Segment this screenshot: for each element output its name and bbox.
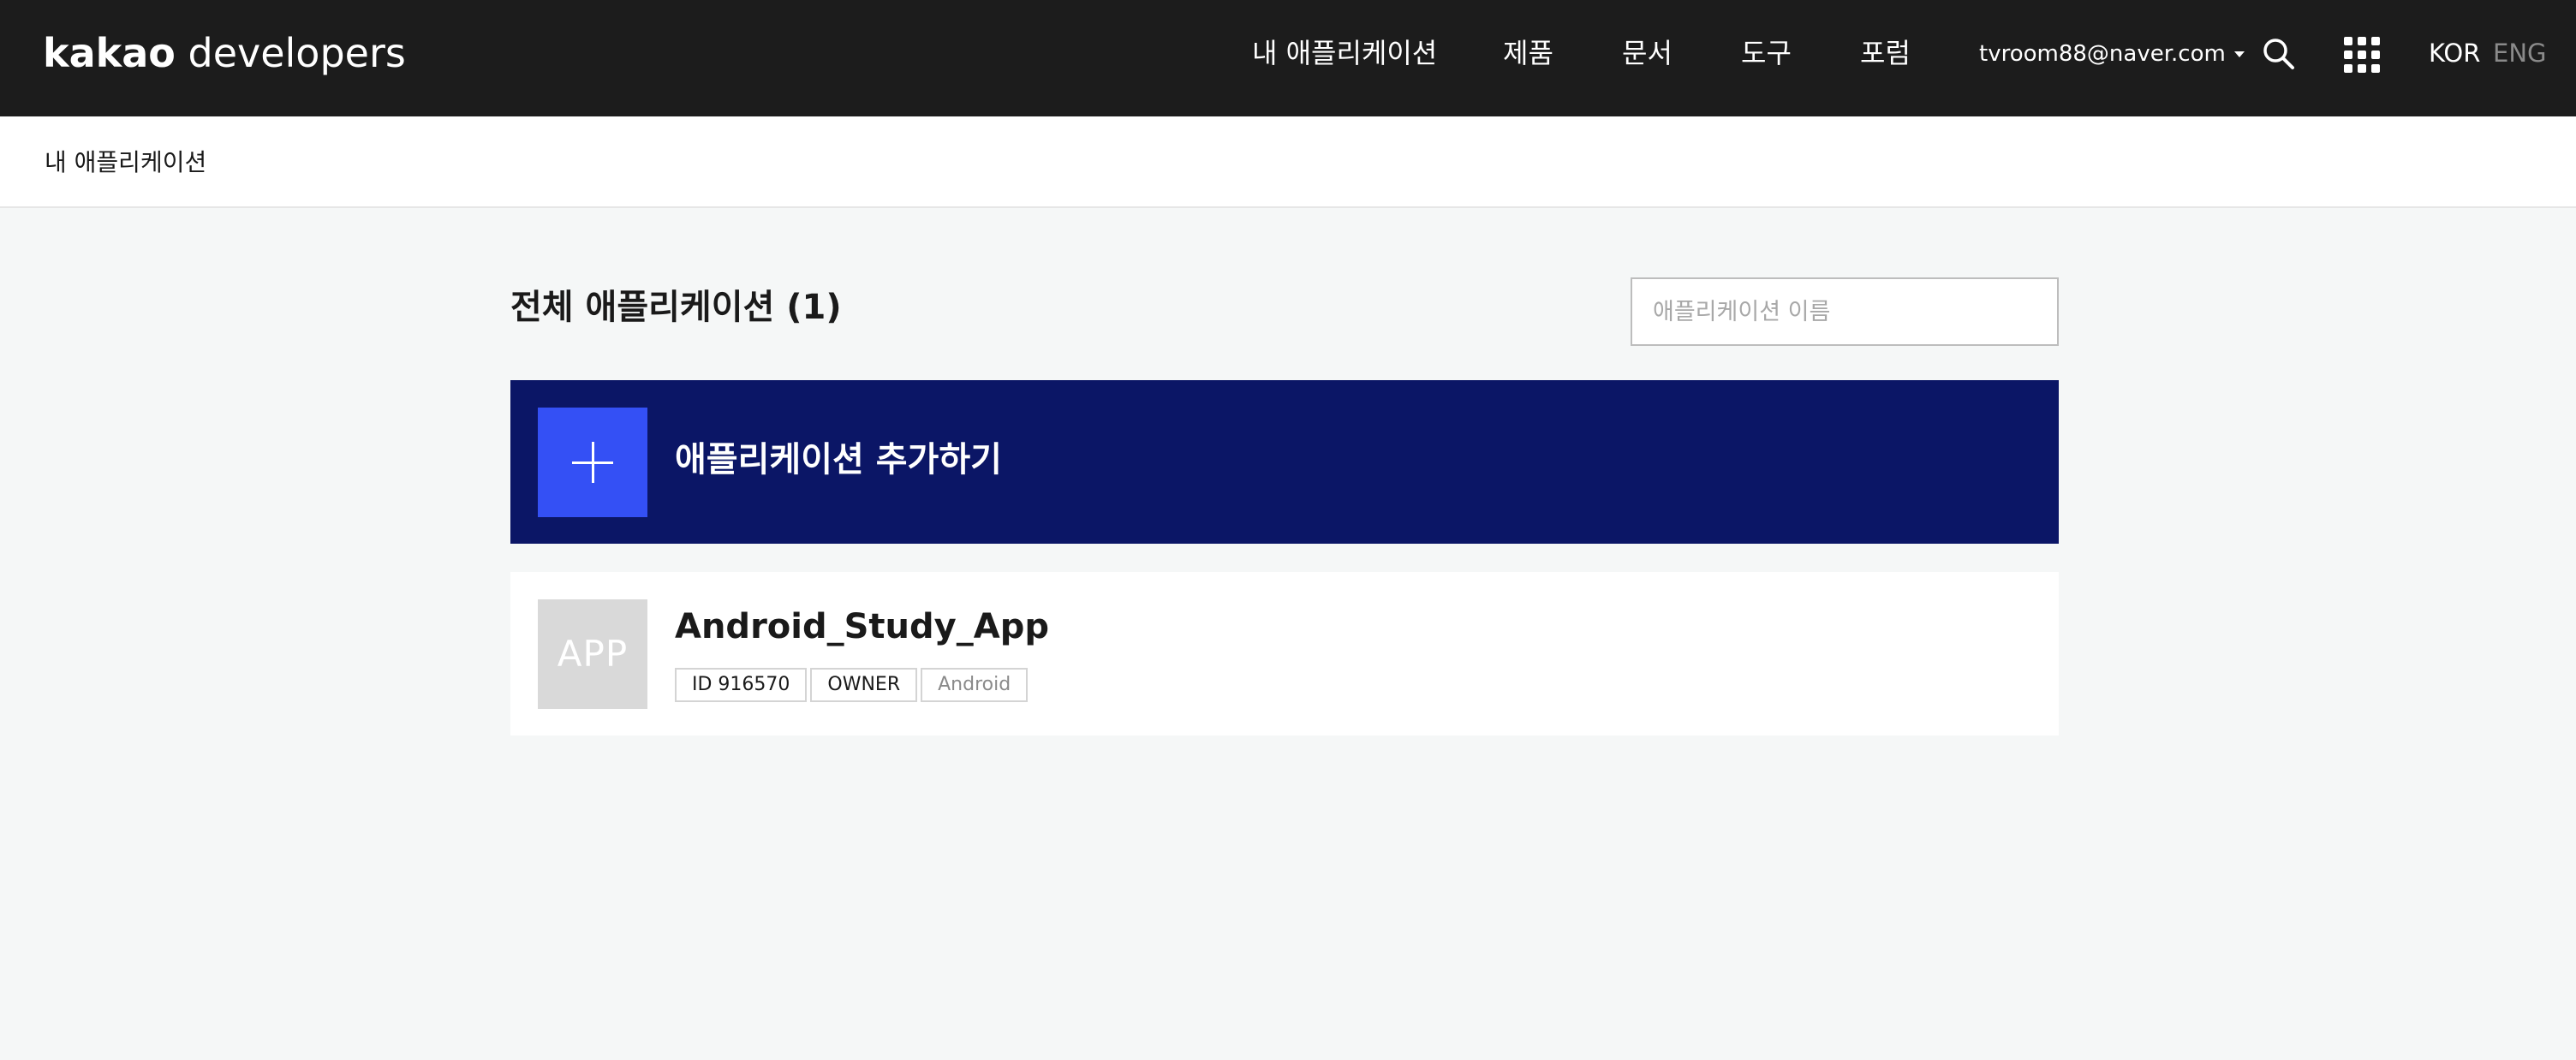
logo-product: developers xyxy=(175,30,406,76)
app-card[interactable]: APP Android_Study_App ID 916570 OWNER An… xyxy=(510,572,2059,735)
app-name: Android_Study_App xyxy=(675,607,1049,646)
logo-brand: kakao xyxy=(43,30,176,76)
nav-docs[interactable]: 문서 xyxy=(1622,36,1673,70)
top-header: kakao developers 내 애플리케이션 제품 문서 도구 포럼 tv… xyxy=(0,0,2576,116)
lang-kor[interactable]: KOR xyxy=(2429,38,2480,68)
breadcrumb: 내 애플리케이션 xyxy=(45,148,207,176)
nav-forum[interactable]: 포럼 xyxy=(1860,36,1911,70)
lang-eng[interactable]: ENG xyxy=(2493,38,2547,68)
app-name-search-input[interactable] xyxy=(1631,277,2059,346)
page-title: 전체 애플리케이션 (1) xyxy=(510,288,842,327)
app-tags: ID 916570 OWNER Android xyxy=(675,668,1029,702)
nav-products[interactable]: 제품 xyxy=(1503,36,1553,70)
nav-tools[interactable]: 도구 xyxy=(1741,36,1792,70)
app-thumbnail: APP xyxy=(538,599,647,709)
add-application-label: 애플리케이션 추가하기 xyxy=(675,440,1002,479)
plus-icon xyxy=(538,408,647,517)
app-platform-badge: Android xyxy=(921,668,1029,702)
account-menu[interactable]: tvroom88@naver.com xyxy=(1979,39,2245,69)
apps-grid-icon[interactable] xyxy=(2341,34,2380,73)
nav-my-applications[interactable]: 내 애플리케이션 xyxy=(1252,36,1437,70)
app-role-badge: OWNER xyxy=(810,668,918,702)
search-icon[interactable] xyxy=(2261,36,2295,70)
kakao-developers-logo[interactable]: kakao developers xyxy=(43,29,406,77)
sub-header: 내 애플리케이션 xyxy=(0,116,2576,208)
account-email: tvroom88@naver.com xyxy=(1979,41,2226,67)
app-id-badge: ID 916570 xyxy=(675,668,808,702)
add-application-button[interactable]: 애플리케이션 추가하기 xyxy=(510,380,2059,544)
caret-down-icon xyxy=(2233,51,2245,57)
